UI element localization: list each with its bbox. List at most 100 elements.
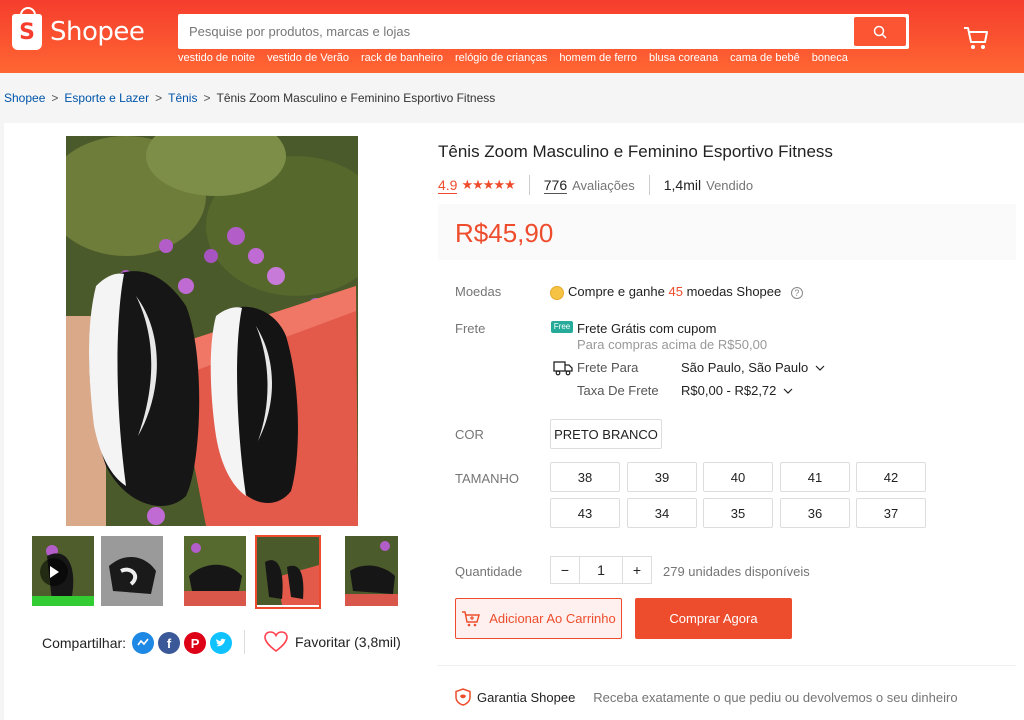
shipping-fee-dropdown[interactable]: R$0,00 - R$2,72 (681, 383, 793, 398)
chevron-right-icon: > (203, 91, 211, 105)
guarantee-title: Garantia Shopee (477, 689, 576, 705)
heart-icon (264, 631, 288, 653)
product-price: R$45,90 (455, 218, 554, 248)
free-shipping-title: Frete Grátis com cupom (577, 321, 717, 336)
pinterest-icon[interactable]: P (184, 632, 207, 654)
add-to-cart-button[interactable]: Adicionar Ao Carrinho (455, 598, 622, 639)
thumbnail-video[interactable] (32, 536, 94, 606)
ship-to-label: Frete Para (577, 360, 639, 375)
size-option[interactable]: 34 (627, 498, 697, 528)
size-option[interactable]: 38 (550, 462, 620, 492)
color-option[interactable]: PRETO BRANCO (550, 419, 662, 449)
free-shipping-subtitle: Para compras acima de R$50,00 (577, 337, 768, 352)
suggestion-link[interactable]: boneca (812, 52, 848, 64)
free-shipping-icon: Free (551, 321, 573, 333)
chevron-right-icon: > (155, 91, 163, 105)
product-main-image[interactable] (66, 136, 358, 526)
decrease-button[interactable]: − (551, 557, 579, 583)
color-label: COR (455, 427, 484, 442)
thumbnail-image (345, 536, 398, 606)
facebook-icon[interactable]: f (158, 632, 181, 654)
thumbnail[interactable] (345, 536, 398, 606)
thumbnail-image (257, 537, 319, 605)
stock-available: 279 unidades disponíveis (663, 564, 810, 579)
suggestion-link[interactable]: vestido de Verão (267, 52, 349, 64)
breadcrumb-link-category[interactable]: Esporte e Lazer (64, 91, 149, 105)
size-option[interactable]: 35 (703, 498, 773, 528)
shopee-bag-icon: S (12, 7, 42, 50)
shipping-label: Frete (455, 321, 486, 336)
coins-info: Compre e ganhe 45 moedas Shopee ? (550, 284, 803, 300)
rating-value[interactable]: 4.9 (438, 177, 458, 194)
cart-icon[interactable] (962, 24, 990, 52)
truck-icon (553, 361, 573, 376)
logo-text: Shopee (50, 17, 145, 47)
shopee-logo[interactable]: S Shopee (12, 7, 145, 50)
search-suggestions: vestido de noite vestido de Verão rack d… (178, 52, 848, 64)
thumbnail-selected[interactable] (255, 535, 321, 609)
search-button[interactable] (854, 17, 906, 46)
size-option[interactable]: 36 (780, 498, 850, 528)
add-to-cart-icon (462, 610, 481, 626)
chevron-down-icon (783, 388, 793, 394)
messenger-icon[interactable] (132, 632, 155, 654)
size-option[interactable]: 37 (856, 498, 926, 528)
search-input[interactable] (181, 17, 854, 46)
guarantee-text: Receba exatamente o que pediu ou devolve… (593, 689, 958, 705)
size-option[interactable]: 41 (780, 462, 850, 492)
thumbnail-image (101, 536, 163, 606)
ship-to-value: São Paulo, São Paulo (681, 360, 809, 375)
size-option[interactable]: 39 (627, 462, 697, 492)
coins-text-before: Compre e ganhe (568, 284, 665, 299)
logo-letter: S (19, 19, 35, 45)
breadcrumb-current: Tênis Zoom Masculino e Feminino Esportiv… (216, 91, 496, 105)
sold-label: Vendido (706, 177, 754, 193)
divider (244, 630, 245, 654)
suggestion-link[interactable]: relógio de crianças (455, 52, 547, 64)
play-icon (40, 558, 68, 586)
suggestion-link[interactable]: homem de ferro (559, 52, 637, 64)
buy-now-button[interactable]: Comprar Agora (635, 598, 792, 639)
reviews-count[interactable]: 776 (543, 177, 568, 194)
suggestion-link[interactable]: blusa coreana (649, 52, 718, 64)
favorite-label: Favoritar (3,8mil) (295, 634, 401, 650)
suggestion-link[interactable]: vestido de noite (178, 52, 255, 64)
suggestion-link[interactable]: rack de banheiro (361, 52, 443, 64)
sneaker-photo (66, 136, 358, 526)
share-section: Compartilhar: f P (42, 632, 233, 654)
search-icon (873, 25, 887, 39)
price-box: R$45,90 (438, 204, 1016, 260)
twitter-icon[interactable] (210, 632, 233, 654)
breadcrumb-link-home[interactable]: Shopee (4, 91, 45, 105)
add-to-cart-label: Adicionar Ao Carrinho (489, 611, 616, 626)
shipping-fee-label: Taxa De Frete (577, 383, 659, 398)
divider (438, 665, 1016, 666)
size-option[interactable]: 42 (856, 462, 926, 492)
coins-label: Moedas (455, 284, 502, 299)
reviews-label: Avaliações (572, 177, 635, 193)
sold-count: 1,4mil (663, 177, 702, 193)
ship-to-dropdown[interactable]: São Paulo, São Paulo (681, 360, 825, 375)
shipping-fee-value: R$0,00 - R$2,72 (681, 383, 777, 398)
guarantee-section: Garantia Shopee Receba exatamente o que … (455, 688, 958, 706)
divider (528, 175, 530, 195)
quantity-stepper: − 1 + (550, 556, 652, 584)
size-option[interactable]: 43 (550, 498, 620, 528)
divider (648, 175, 650, 195)
star-rating-icon: ★★★★★ (461, 177, 515, 192)
thumbnail[interactable] (184, 536, 246, 606)
coin-icon (550, 285, 564, 300)
product-stats: 4.9 ★★★★★ 776 Avaliações 1,4mil Vendido (438, 175, 753, 195)
favorite-button[interactable]: Favoritar (3,8mil) (264, 631, 401, 653)
breadcrumb: Shopee > Esporte e Lazer > Tênis > Tênis… (4, 91, 495, 105)
breadcrumb-link-subcategory[interactable]: Tênis (168, 91, 197, 105)
shield-icon (455, 688, 471, 706)
suggestion-link[interactable]: cama de bebê (730, 52, 800, 64)
size-option[interactable]: 40 (703, 462, 773, 492)
thumbnail-image (184, 536, 246, 606)
increase-button[interactable]: + (623, 557, 651, 583)
help-icon[interactable]: ? (790, 286, 803, 299)
quantity-input[interactable]: 1 (579, 557, 623, 583)
search-bar (178, 14, 909, 49)
thumbnail[interactable] (101, 536, 163, 606)
